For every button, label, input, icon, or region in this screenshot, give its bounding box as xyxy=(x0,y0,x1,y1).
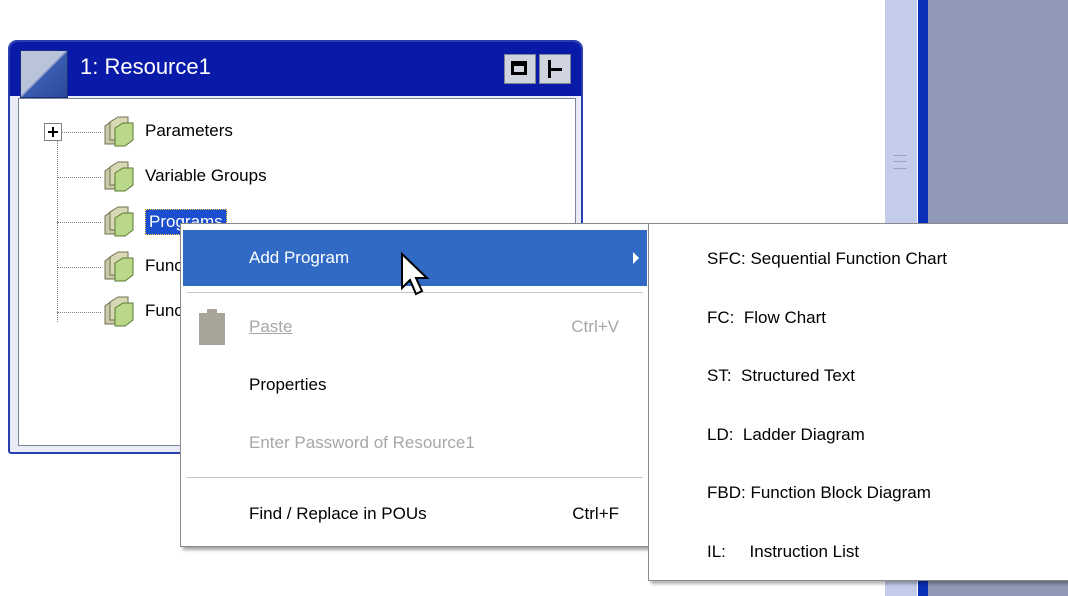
resource-icon xyxy=(20,50,68,98)
submenu-item-il[interactable]: IL: Instruction List xyxy=(707,542,859,562)
tree-item-parameters[interactable]: Parameters xyxy=(145,121,233,141)
menu-shortcut: Ctrl+F xyxy=(572,504,619,523)
pou-folder-icon xyxy=(104,116,134,147)
menu-item-properties[interactable]: Properties xyxy=(183,357,647,413)
pou-folder-icon xyxy=(104,251,134,282)
expand-plus-icon[interactable] xyxy=(44,123,62,141)
mouse-pointer-icon xyxy=(401,252,430,296)
tree-connector xyxy=(57,177,101,178)
submenu-arrow-icon xyxy=(633,252,639,264)
submenu-item-sfc[interactable]: SFC: Sequential Function Chart xyxy=(707,249,947,269)
tree-connector xyxy=(57,132,101,133)
clipboard-icon xyxy=(199,309,225,345)
menu-item-enter-password[interactable]: Enter Password of Resource1 xyxy=(183,415,647,471)
menu-item-label: Enter Password of Resource1 xyxy=(249,433,475,452)
tree-connector xyxy=(57,132,58,322)
submenu-item-st[interactable]: ST: Structured Text xyxy=(707,366,855,386)
tree-connector xyxy=(57,222,101,223)
submenu-item-ld[interactable]: LD: Ladder Diagram xyxy=(707,425,865,445)
pou-folder-icon xyxy=(104,296,134,327)
window-title: 1: Resource1 xyxy=(80,54,211,79)
scrollbar-grip-icon[interactable] xyxy=(893,155,907,169)
maximize-button[interactable] xyxy=(504,54,536,84)
menu-item-label: Properties xyxy=(249,375,327,394)
menu-separator xyxy=(187,477,643,478)
add-program-submenu: SFC: Sequential Function Chart FC: Flow … xyxy=(648,223,1068,581)
title-bar[interactable]: 1: Resource1 xyxy=(10,42,581,98)
submenu-item-fc[interactable]: FC: Flow Chart xyxy=(707,308,826,328)
pou-folder-icon xyxy=(104,206,134,237)
tree-connector xyxy=(57,267,101,268)
menu-shortcut: Ctrl+V xyxy=(571,317,619,336)
dock-button[interactable] xyxy=(539,54,571,84)
menu-item-paste[interactable]: Paste Ctrl+V xyxy=(183,299,647,355)
menu-item-label: Add Program xyxy=(249,248,350,267)
pou-folder-icon xyxy=(104,161,134,192)
menu-item-label: Find / Replace in POUs xyxy=(249,504,427,523)
menu-item-find-replace[interactable]: Find / Replace in POUs Ctrl+F xyxy=(183,486,647,542)
tree-item-variable-groups[interactable]: Variable Groups xyxy=(145,166,267,186)
tree-connector xyxy=(57,312,101,313)
submenu-item-fbd[interactable]: FBD: Function Block Diagram xyxy=(707,483,931,503)
menu-item-label: Paste xyxy=(249,317,293,336)
